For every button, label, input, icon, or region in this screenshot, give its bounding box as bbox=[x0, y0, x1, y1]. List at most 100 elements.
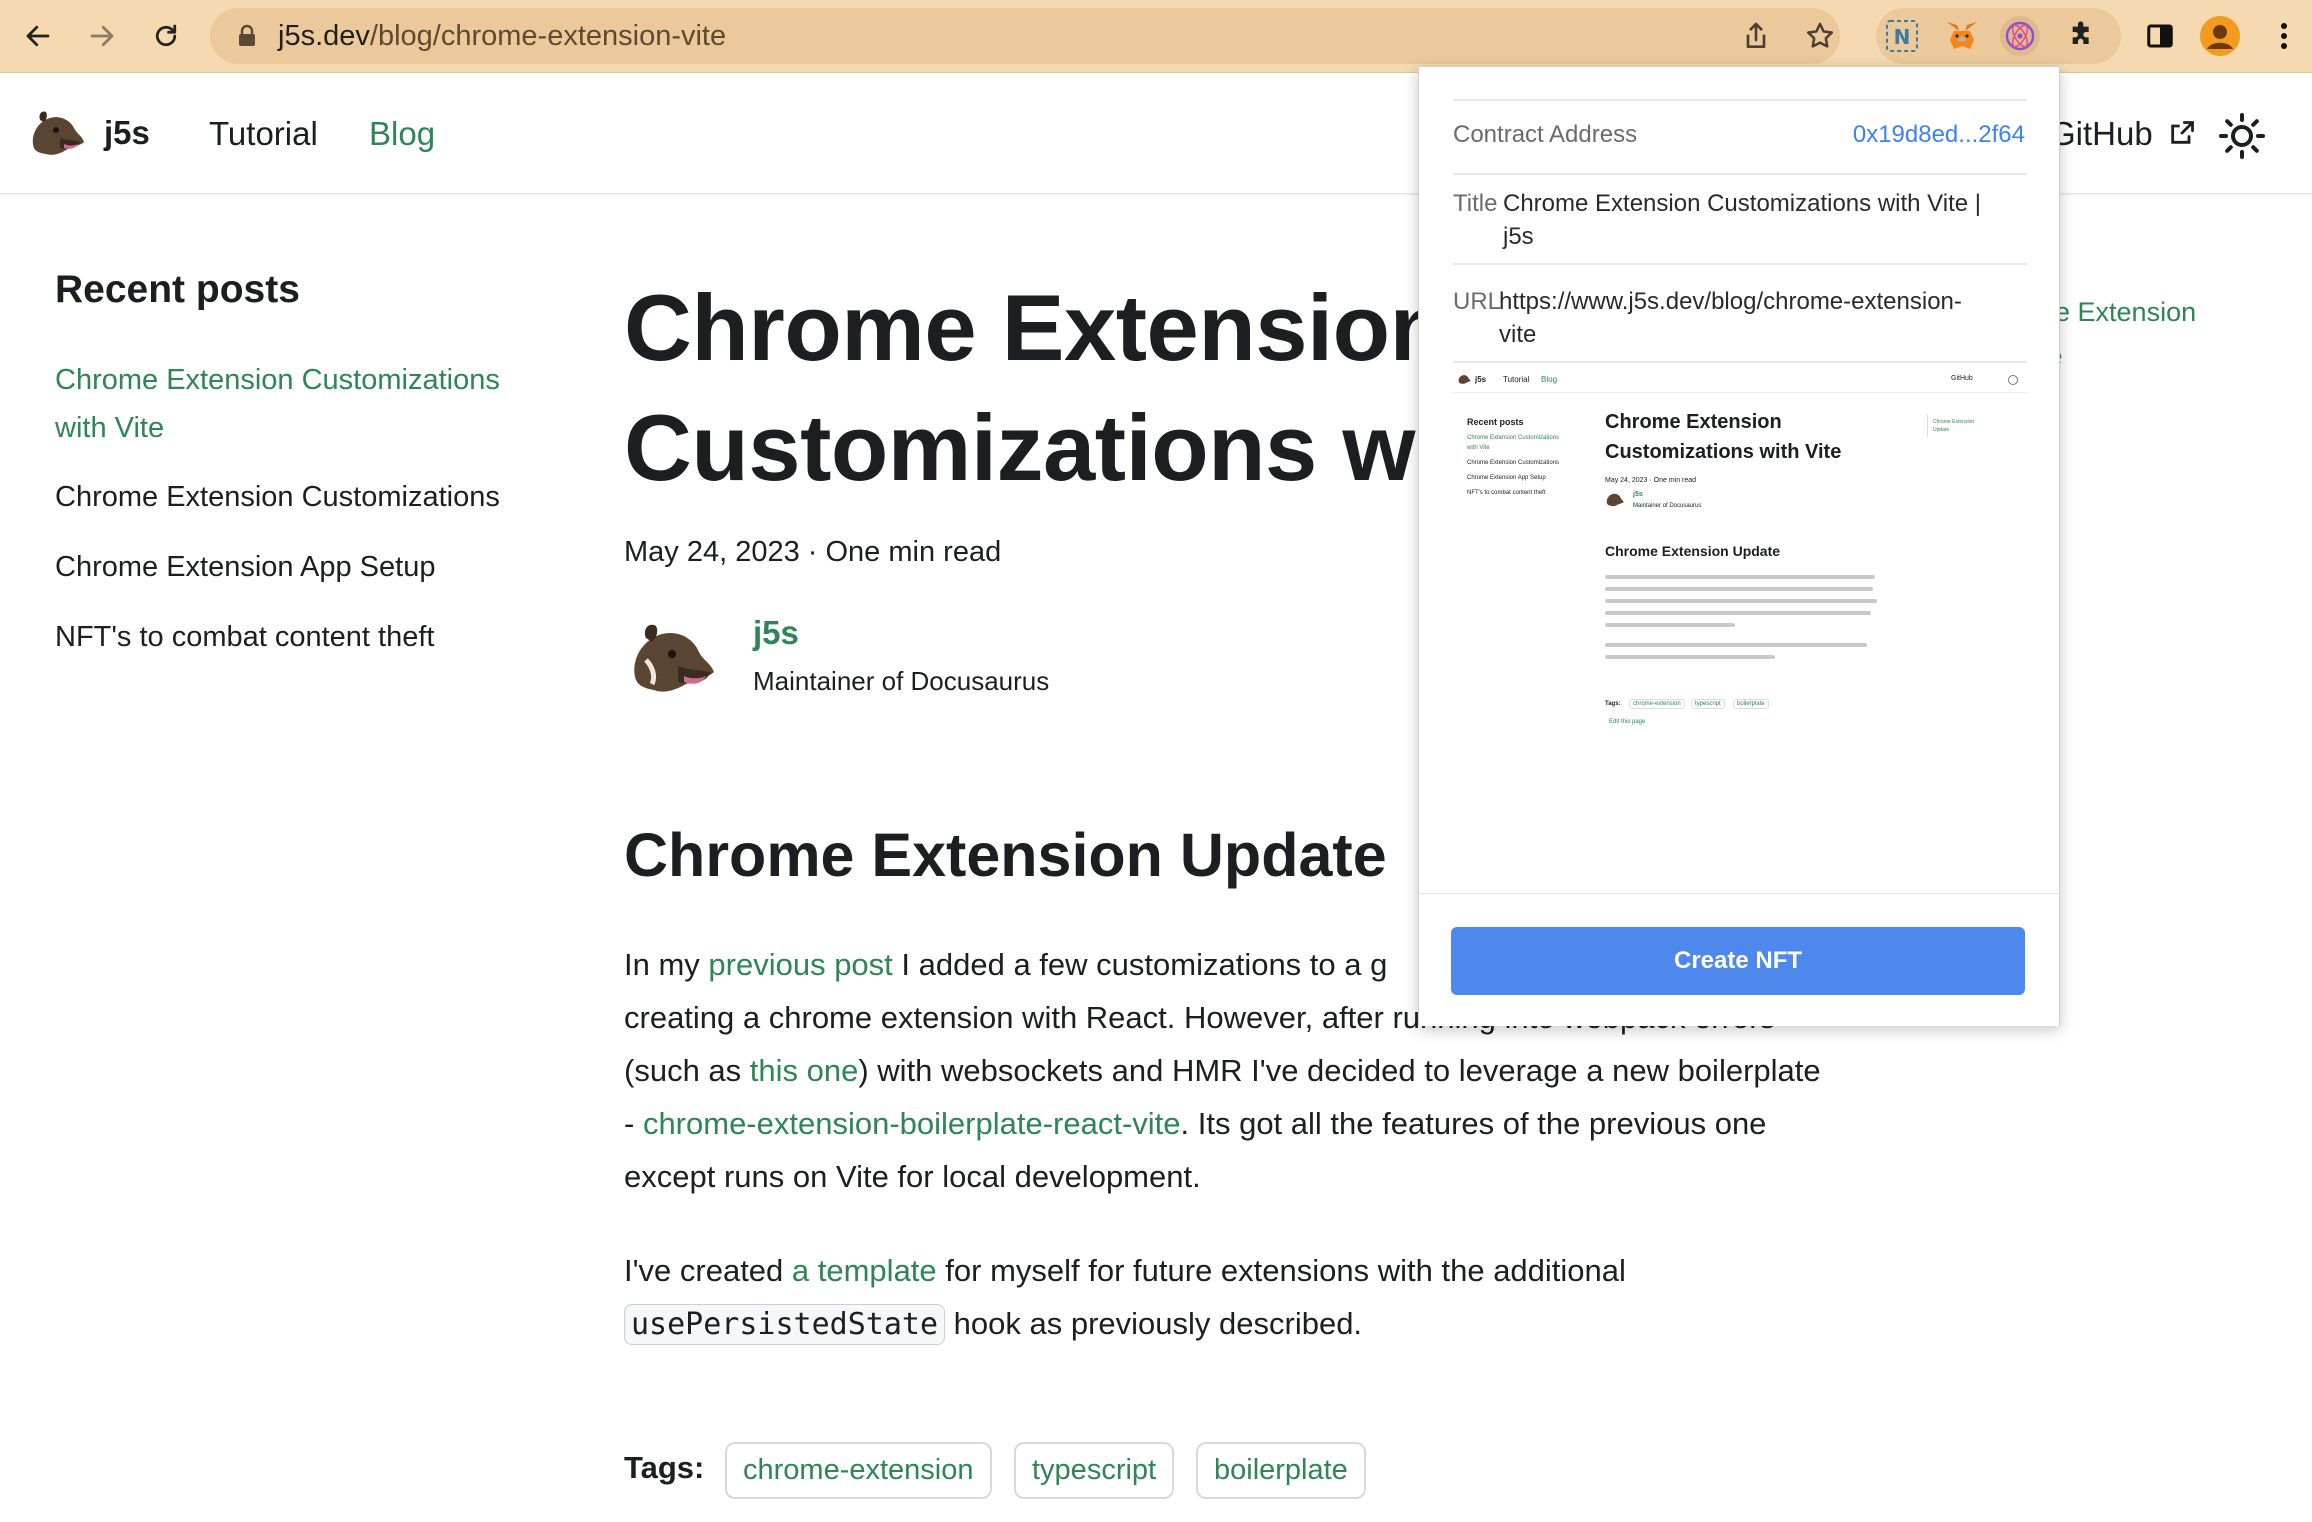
side-panel-icon[interactable] bbox=[2138, 14, 2182, 58]
template-link[interactable]: a template bbox=[792, 1253, 937, 1288]
bookmark-star-icon[interactable] bbox=[1804, 20, 1836, 52]
popup-footer: Create NFT bbox=[1419, 893, 2059, 1026]
svg-text:N: N bbox=[1894, 25, 1911, 49]
title-label: Title bbox=[1453, 190, 1498, 217]
preview-text-line bbox=[1605, 623, 1735, 627]
author-avatar[interactable] bbox=[626, 620, 720, 714]
preview-text-line bbox=[1605, 575, 1875, 579]
profile-avatar-icon[interactable] bbox=[2198, 14, 2242, 58]
sidebar-title: Recent posts bbox=[55, 268, 300, 311]
tag-boilerplate[interactable]: boilerplate bbox=[1196, 1442, 1366, 1499]
contract-address-label: Contract Address bbox=[1453, 121, 1638, 148]
browser-menu-icon[interactable] bbox=[2262, 14, 2306, 58]
tags-label: Tags: bbox=[624, 1450, 705, 1485]
paragraph-line: (such as this one) with websockets and H… bbox=[624, 1053, 1821, 1088]
dog-logo-icon[interactable] bbox=[26, 108, 86, 164]
preview-brand: j5s bbox=[1475, 375, 1487, 384]
divider bbox=[1453, 173, 2027, 175]
preview-tags-label: Tags: bbox=[1605, 701, 1621, 707]
sidebar-item-label: Chrome Extension Customizations bbox=[55, 364, 500, 396]
author-name-link[interactable]: j5s bbox=[753, 614, 799, 652]
address-bar[interactable]: j5s.dev/blog/chrome-extension-vite bbox=[210, 8, 1840, 64]
paragraph-line: usePersistedState hook as previously des… bbox=[624, 1297, 1914, 1351]
forward-arrow-icon bbox=[90, 25, 114, 47]
preview-nav-github: GitHub bbox=[1951, 375, 1973, 382]
author-title: Maintainer of Docusaurus bbox=[753, 666, 1050, 696]
extensions-group: N bbox=[1876, 8, 2121, 64]
preview-recent-title: Recent posts bbox=[1467, 417, 1524, 427]
tag-typescript[interactable]: typescript bbox=[1014, 1442, 1175, 1499]
title-value: Chrome Extension Customizations with Vit… bbox=[1503, 190, 1981, 250]
preview-tag: typescript bbox=[1691, 699, 1725, 709]
github-label: GitHub bbox=[2050, 115, 2153, 152]
divider bbox=[1453, 263, 2027, 265]
section-heading: Chrome Extension Update bbox=[624, 821, 1387, 889]
site-brand[interactable]: j5s bbox=[104, 114, 150, 152]
nav-github-link[interactable]: GitHub bbox=[2050, 115, 2196, 153]
preview-author-title: Maintainer of Docusaurus bbox=[1633, 503, 1702, 509]
inline-code: usePersistedState bbox=[624, 1304, 946, 1345]
sidebar-item-nft-content-theft[interactable]: NFT's to combat content theft bbox=[55, 613, 535, 661]
preview-side-item: Chrome Extension Customizations bbox=[1467, 460, 1560, 466]
nav-blog-link[interactable]: Blog bbox=[369, 115, 435, 153]
share-icon[interactable] bbox=[1740, 20, 1772, 52]
preview-text-line bbox=[1605, 587, 1873, 591]
sidebar-item-chrome-extension-vite[interactable]: Chrome Extension Customizations with Vit… bbox=[55, 356, 535, 452]
divider bbox=[1453, 361, 2027, 363]
sidebar-item-chrome-extension-customizations[interactable]: Chrome Extension Customizations bbox=[55, 473, 535, 521]
metamask-fox-icon[interactable] bbox=[1942, 16, 1982, 56]
nav-tutorial-link[interactable]: Tutorial bbox=[209, 115, 318, 153]
preview-tag: boilerplate bbox=[1733, 699, 1769, 709]
preview-logo-icon bbox=[1458, 375, 1471, 384]
create-nft-button[interactable]: Create NFT bbox=[1451, 927, 2025, 995]
notion-extension-icon[interactable]: N bbox=[1882, 16, 1922, 56]
nft-extension-popup: Contract Address 0x19d8ed...2f64 Title C… bbox=[1418, 66, 2060, 1026]
reload-icon bbox=[155, 24, 177, 47]
preview-meta: May 24, 2023 · One min read bbox=[1605, 477, 1697, 484]
paragraph-line: except runs on Vite for local developmen… bbox=[624, 1159, 1201, 1194]
url-label: URL bbox=[1453, 288, 1502, 315]
contract-address-link[interactable]: 0x19d8ed...2f64 bbox=[1853, 121, 2025, 149]
post-meta: May 24, 2023 · One min read bbox=[624, 536, 1002, 568]
back-button[interactable] bbox=[16, 14, 60, 58]
reload-button[interactable] bbox=[144, 14, 188, 58]
tag-chrome-extension[interactable]: chrome-extension bbox=[725, 1442, 992, 1499]
external-link-icon bbox=[2171, 121, 2194, 144]
paragraph-line: - chrome-extension-boilerplate-react-vit… bbox=[624, 1106, 1767, 1141]
extensions-puzzle-icon[interactable] bbox=[2062, 16, 2102, 56]
preview-side-item: with Vite bbox=[1467, 445, 1490, 451]
preview-toc-item: Update bbox=[1933, 427, 1950, 433]
preview-avatar-icon bbox=[1606, 493, 1624, 507]
boilerplate-repo-link[interactable]: chrome-extension-boilerplate-react-vite bbox=[643, 1106, 1181, 1141]
this-one-link[interactable]: this one bbox=[750, 1053, 859, 1088]
url-value: https://www.j5s.dev/blog/chrome-extensio… bbox=[1499, 288, 1962, 348]
post-paragraph-2: I've created a template for myself for f… bbox=[624, 1244, 1914, 1351]
preview-text-line bbox=[1605, 611, 1871, 615]
paragraph-line: I've created a template for myself for f… bbox=[624, 1253, 1626, 1288]
preview-title: Customizations with Vite bbox=[1605, 441, 1842, 463]
preview-side-item: NFT's to combat content theft bbox=[1467, 490, 1546, 496]
preview-toc-border bbox=[1927, 415, 1928, 437]
preview-text-line bbox=[1605, 655, 1775, 659]
preview-nav-tutorial: Tutorial bbox=[1503, 375, 1530, 384]
preview-sun-icon bbox=[2008, 375, 2018, 385]
preview-text-line bbox=[1605, 599, 1877, 603]
previous-post-link[interactable]: previous post bbox=[708, 947, 892, 982]
preview-heading: Chrome Extension Update bbox=[1605, 543, 1781, 559]
preview-navbar bbox=[1453, 367, 2027, 393]
preview-toc-item: Chrome Extension bbox=[1933, 419, 1975, 425]
toc-link-fragment[interactable]: ne Extension bbox=[2040, 290, 2196, 334]
forward-button[interactable] bbox=[80, 14, 124, 58]
sidebar-item-chrome-extension-app-setup[interactable]: Chrome Extension App Setup bbox=[55, 543, 535, 591]
divider bbox=[1453, 99, 2027, 101]
preview-side-item: Chrome Extension Customizations bbox=[1467, 435, 1560, 441]
preview-side-item: Chrome Extension App Setup bbox=[1467, 475, 1546, 481]
preview-nav-blog: Blog bbox=[1541, 375, 1558, 384]
browser-toolbar: j5s.dev/blog/chrome-extension-vite N bbox=[0, 0, 2312, 73]
page-preview-thumbnail: j5s Tutorial Blog GitHub Recent posts Ch… bbox=[1453, 367, 2027, 819]
lock-icon bbox=[239, 24, 255, 46]
theme-toggle-sun-icon[interactable] bbox=[2218, 112, 2266, 160]
preview-edit-link: Edit this page bbox=[1609, 719, 1646, 725]
nft-extension-icon[interactable] bbox=[2000, 16, 2040, 56]
back-arrow-icon bbox=[26, 25, 50, 47]
